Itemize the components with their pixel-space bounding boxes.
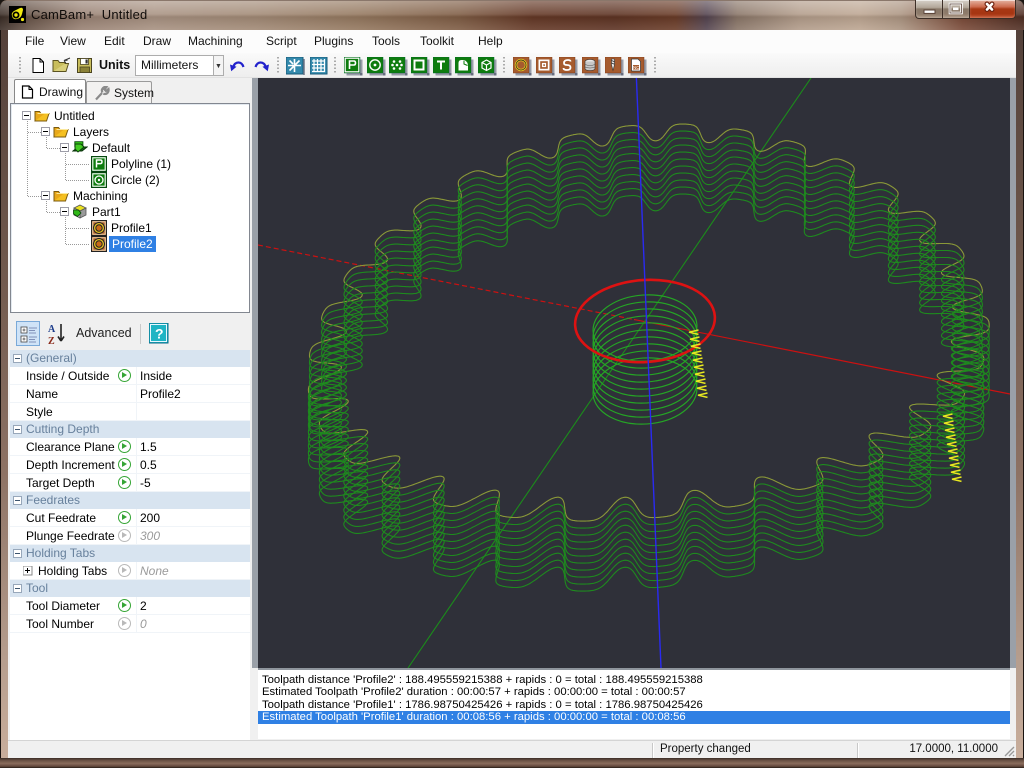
svg-text:NC: NC <box>633 65 640 70</box>
svg-text:?: ? <box>155 326 164 342</box>
svg-text:A: A <box>48 324 56 335</box>
svg-text:Z: Z <box>48 336 55 346</box>
